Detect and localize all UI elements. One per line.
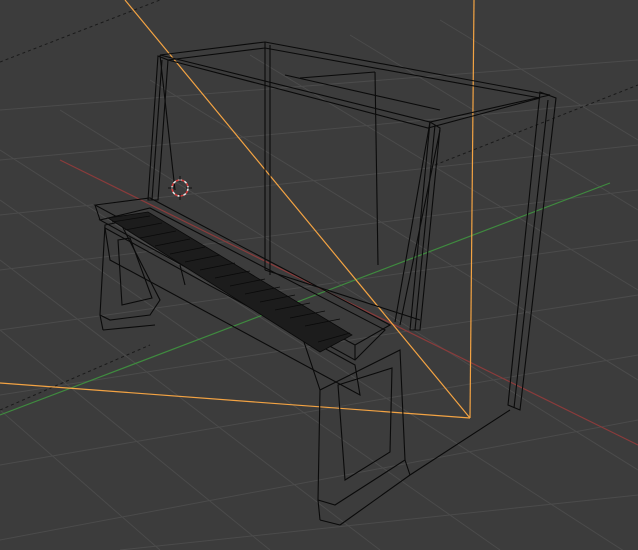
3d-viewport[interactable] bbox=[0, 0, 638, 550]
camera-selection-outline[interactable] bbox=[0, 0, 475, 419]
viewport-canvas[interactable] bbox=[0, 0, 638, 550]
piano-keys[interactable] bbox=[106, 211, 353, 353]
